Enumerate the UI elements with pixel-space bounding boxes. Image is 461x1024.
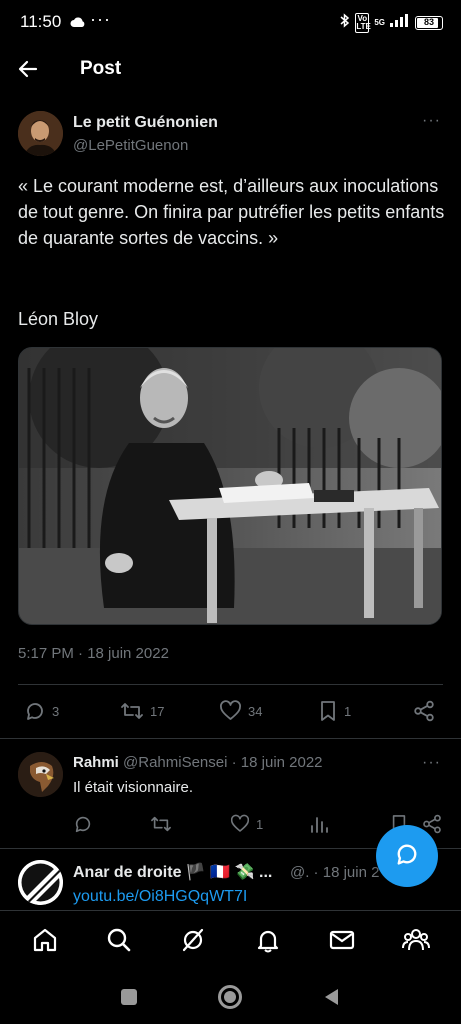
reply-text: Il était visionnaire.: [73, 779, 194, 796]
heart-icon: [230, 814, 250, 834]
reply-author-name[interactable]: Anar de droite 🏴 🇫🇷 💸 ...: [73, 864, 272, 881]
status-more-dots: ···: [90, 9, 111, 29]
author-avatar[interactable]: [18, 111, 63, 156]
divider: [18, 684, 443, 685]
communities-icon[interactable]: [396, 920, 436, 960]
reply-icon: [24, 700, 46, 722]
heart-icon: [219, 700, 242, 722]
bookmark-button[interactable]: 1: [318, 700, 351, 722]
bottom-nav: [0, 910, 461, 968]
grok-icon[interactable]: [173, 920, 213, 960]
reply-icon: [73, 814, 93, 834]
more-options-icon[interactable]: ···: [422, 112, 441, 130]
reply-header: Rahmi @RahmiSensei · 18 juin 2022: [73, 754, 323, 771]
search-icon[interactable]: [99, 920, 139, 960]
reply-icon: [394, 841, 420, 872]
back-button[interactable]: [322, 987, 340, 1012]
like-button[interactable]: 34: [219, 700, 262, 722]
system-nav-bar: [0, 968, 461, 1024]
reply-meta: @. · 18 juin 2: [290, 864, 380, 881]
battery-icon: 83: [415, 16, 443, 30]
page-title: Post: [80, 58, 122, 79]
like-count: 1: [256, 816, 264, 832]
tweet-timestamp: 5:17 PM · 18 juin 2022: [18, 645, 169, 662]
share-icon: [413, 700, 435, 722]
like-button[interactable]: 1: [230, 814, 263, 834]
tweet-attribution: Léon Bloy: [18, 309, 99, 329]
reply-author-name[interactable]: Rahmi: [73, 754, 119, 771]
analytics-icon: [310, 814, 328, 834]
reply-header: Anar de droite 🏴 🇫🇷 💸 ...: [73, 862, 272, 882]
mail-icon[interactable]: [322, 920, 362, 960]
tweet-text: « Le courant moderne est, d’ailleurs aux…: [18, 176, 445, 248]
repost-button[interactable]: [150, 814, 172, 834]
repost-button[interactable]: 17: [120, 700, 164, 722]
bookmark-icon: [318, 700, 338, 722]
reply-avatar[interactable]: [18, 752, 63, 797]
bluetooth-icon: [340, 13, 350, 33]
battery-level: 83: [423, 17, 434, 27]
cloud-icon: [70, 15, 86, 33]
reply-link[interactable]: youtu.be/Oi8HGQqWT7I: [73, 888, 247, 906]
divider: [0, 738, 461, 739]
network-type: 5G: [374, 18, 385, 27]
author-name[interactable]: Le petit Guénonien: [73, 114, 218, 132]
repost-count: 17: [150, 703, 165, 719]
bookmark-count: 1: [344, 703, 352, 719]
tweet-photo[interactable]: [18, 347, 442, 625]
reply-count: 3: [52, 703, 60, 719]
compose-fab[interactable]: [376, 825, 438, 887]
volte-badge: Vo LTE: [355, 13, 371, 33]
repost-icon: [120, 700, 144, 722]
reply-date: · 18 juin 2022: [231, 754, 323, 771]
signal-icon: [390, 14, 410, 32]
back-arrow-icon[interactable]: [16, 56, 42, 82]
recents-button[interactable]: [121, 989, 137, 1005]
bell-icon[interactable]: [248, 920, 288, 960]
reply-button[interactable]: [73, 814, 93, 834]
home-button[interactable]: [218, 985, 242, 1009]
status-bar: 11:50 ··· Vo LTE 5G 83: [0, 0, 461, 42]
like-count: 34: [248, 703, 263, 719]
share-button[interactable]: [413, 700, 435, 722]
reply-avatar[interactable]: [18, 860, 63, 905]
views-button[interactable]: [310, 814, 328, 834]
home-icon[interactable]: [25, 920, 65, 960]
more-options-icon[interactable]: ···: [422, 754, 441, 772]
reply-author-handle[interactable]: @RahmiSensei: [123, 754, 227, 771]
author-handle[interactable]: @LePetitGuenon: [73, 137, 188, 154]
repost-icon: [150, 814, 172, 834]
reply-button[interactable]: 3: [24, 700, 59, 722]
status-time: 11:50: [20, 12, 62, 31]
